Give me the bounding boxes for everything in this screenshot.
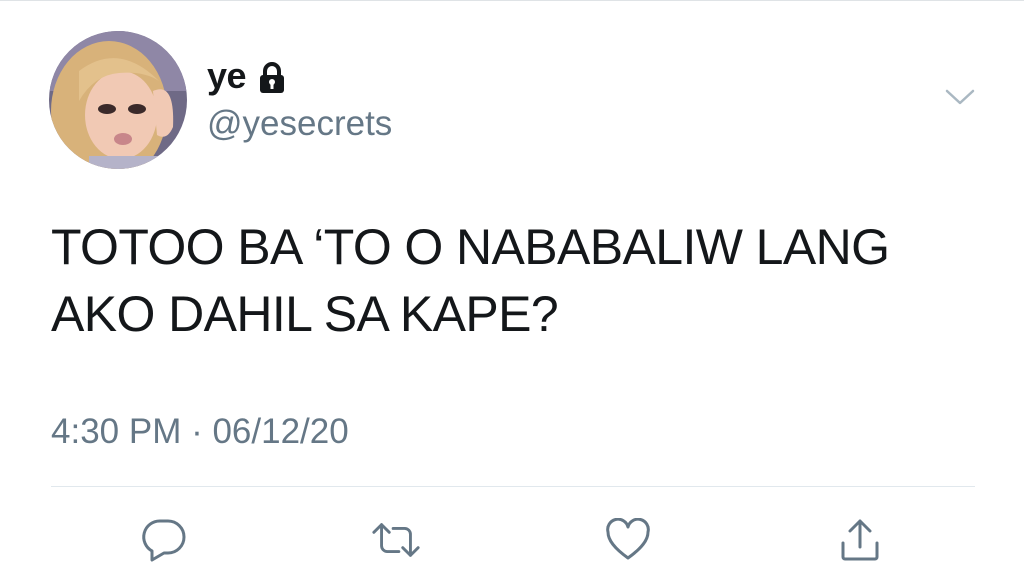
top-border [0, 0, 1024, 1]
lock-icon [260, 62, 285, 93]
avatar[interactable] [49, 31, 187, 169]
retweet-button[interactable] [370, 514, 422, 566]
chevron-down-icon[interactable] [945, 86, 975, 108]
share-icon [841, 519, 879, 561]
reply-button[interactable] [138, 514, 190, 566]
divider [51, 486, 975, 487]
reply-icon [142, 519, 186, 562]
tweet-text-line: AKO DAHIL SA KAPE? [51, 286, 559, 342]
tweet-timestamp[interactable]: 4:30 PM · 06/12/20 [51, 410, 349, 454]
share-button[interactable] [834, 514, 886, 566]
retweet-icon [372, 523, 420, 557]
tweet-text-line: TOTOO BA ‘TO O NABABALIW LANG [51, 219, 890, 275]
avatar-image [49, 31, 187, 169]
tweet-text: TOTOO BA ‘TO O NABABALIW LANG AKO DAHIL … [51, 214, 1001, 348]
heart-icon [606, 518, 650, 560]
display-name[interactable]: ye [207, 56, 247, 96]
author-row: ye [207, 56, 286, 96]
user-handle[interactable]: @yesecrets [207, 102, 392, 146]
like-button[interactable] [602, 514, 654, 566]
